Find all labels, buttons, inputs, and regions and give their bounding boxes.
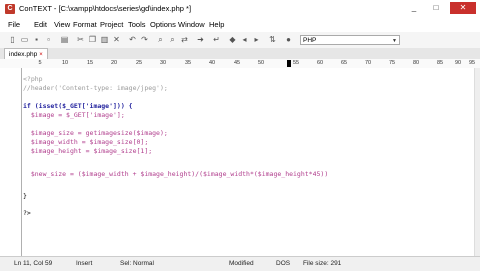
code-line-8[interactable]: $image_width = $image_size[0]; xyxy=(23,138,148,147)
ruler-mark: 60 xyxy=(316,60,324,66)
ruler-mark: 50 xyxy=(257,60,265,66)
language-select-value: PHP xyxy=(303,37,317,44)
ruler-mark: 55 xyxy=(292,60,300,66)
code-line-14[interactable]: } xyxy=(23,192,27,201)
gutter-divider xyxy=(21,68,22,256)
maximize-button[interactable]: □ xyxy=(426,2,446,14)
clear-icon[interactable]: ✕ xyxy=(112,35,121,44)
goto-icon[interactable]: ➜ xyxy=(196,35,205,44)
ruler-mark: 5 xyxy=(38,60,42,66)
menu-file[interactable]: File xyxy=(8,19,20,31)
print-icon[interactable]: ▤ xyxy=(60,35,69,44)
find-icon[interactable]: ⌕ xyxy=(156,35,165,44)
word-wrap-icon[interactable]: ↵ xyxy=(212,35,221,44)
paste-icon[interactable]: ▥ xyxy=(100,35,109,44)
close-button[interactable]: ✕ xyxy=(450,2,476,14)
status-modified: Modified xyxy=(229,260,254,267)
code-line-5[interactable]: $image = $_GET['image']; xyxy=(23,111,125,120)
code-line-11[interactable]: $new_size = ($image_width + $image_heigh… xyxy=(23,170,328,179)
tab-close-icon[interactable]: × xyxy=(39,52,43,58)
save-icon[interactable]: ▪ xyxy=(32,35,41,44)
bookmark-prev-icon[interactable]: ◂ xyxy=(240,35,249,44)
menu-view[interactable]: View xyxy=(54,19,70,31)
app-logo-icon: C xyxy=(5,4,15,14)
cut-icon[interactable]: ✂ xyxy=(76,35,85,44)
status-selection-mode: Sel: Normal xyxy=(120,260,154,267)
menu-edit[interactable]: Edit xyxy=(34,19,47,31)
minimize-button[interactable]: _ xyxy=(404,2,424,14)
code-line-1[interactable]: <?php xyxy=(23,75,43,84)
status-insert-mode: Insert xyxy=(76,260,93,267)
ruler-mark: 95 xyxy=(468,60,476,66)
tab-label: index.php xyxy=(9,51,38,58)
ruler-mark: 70 xyxy=(364,60,372,66)
ruler-mark: 85 xyxy=(436,60,444,66)
ruler-mark: 80 xyxy=(412,60,420,66)
tab-bar: index.php × xyxy=(0,48,480,60)
code-line-16[interactable]: ?> xyxy=(23,209,31,218)
ruler-mark: 35 xyxy=(184,60,192,66)
save-all-icon[interactable]: ▫ xyxy=(44,35,53,44)
ruler-mark: 90 xyxy=(454,60,462,66)
ruler-mark: 45 xyxy=(233,60,241,66)
code-editor[interactable] xyxy=(0,68,474,256)
status-file-size: File size: 291 xyxy=(303,260,342,267)
open-folder-icon[interactable]: ▭ xyxy=(20,35,29,44)
toolbar: ▯ ▭ ▪ ▫ ▤ ✂ ❐ ▥ ✕ ↶ ↷ ⌕ ⌕ ⇄ ➜ ↵ ◆ ◂ ▸ ⇅ … xyxy=(0,32,480,49)
menu-tools[interactable]: Tools xyxy=(128,19,146,31)
code-line-9[interactable]: $image_height = $image_size[1]; xyxy=(23,147,152,156)
status-bar: Ln 11, Col 59 Insert Sel: Normal Modifie… xyxy=(0,256,480,271)
chevron-down-icon: ▼ xyxy=(392,38,397,44)
ruler-mark: 10 xyxy=(61,60,69,66)
replace-icon[interactable]: ⇄ xyxy=(180,35,189,44)
ruler-mark: 75 xyxy=(388,60,396,66)
menu-format[interactable]: Format xyxy=(73,19,97,31)
language-select[interactable]: PHP ▼ xyxy=(300,35,400,45)
menu-help[interactable]: Help xyxy=(209,19,224,31)
ruler-mark: 15 xyxy=(86,60,94,66)
find-next-icon[interactable]: ⌕ xyxy=(168,35,177,44)
ruler-mark: 25 xyxy=(135,60,143,66)
menu-project[interactable]: Project xyxy=(100,19,123,31)
sort-icon[interactable]: ⇅ xyxy=(268,35,277,44)
copy-icon[interactable]: ❐ xyxy=(88,35,97,44)
redo-icon[interactable]: ↷ xyxy=(140,35,149,44)
code-line-7[interactable]: $image_size = getimagesize($image); xyxy=(23,129,168,138)
ruler-mark: 30 xyxy=(159,60,167,66)
ruler-mark: 40 xyxy=(208,60,216,66)
title-bar: C ConTEXT - [C:\xampp\htdocs\series\gd\i… xyxy=(0,0,480,18)
menu-options[interactable]: Options xyxy=(150,19,176,31)
code-line-2[interactable]: //header('Content-type: image/jpeg'); xyxy=(23,84,168,93)
vertical-scrollbar[interactable] xyxy=(474,68,480,256)
ruler-mark: 20 xyxy=(110,60,118,66)
menu-bar: File Edit View Format Project Tools Opti… xyxy=(0,18,480,32)
macro-icon[interactable]: ● xyxy=(284,35,293,44)
code-line-4[interactable]: if (isset($_GET['image'])) { xyxy=(23,102,133,111)
status-line-format: DOS xyxy=(276,260,291,267)
menu-window[interactable]: Window xyxy=(178,19,205,31)
bookmark-next-icon[interactable]: ▸ xyxy=(252,35,261,44)
undo-icon[interactable]: ↶ xyxy=(128,35,137,44)
ruler-mark: 65 xyxy=(340,60,348,66)
bookmark-icon[interactable]: ◆ xyxy=(228,35,237,44)
window-title: ConTEXT - [C:\xampp\htdocs\series\gd\ind… xyxy=(19,4,192,13)
new-file-icon[interactable]: ▯ xyxy=(8,35,17,44)
status-cursor-position: Ln 11, Col 59 xyxy=(14,260,53,267)
